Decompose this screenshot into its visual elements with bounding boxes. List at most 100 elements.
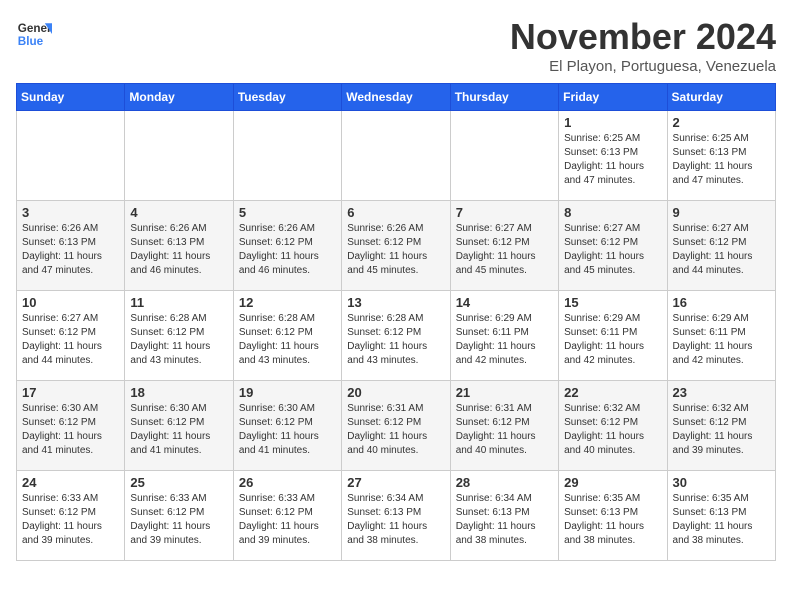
day-number: 29 [564,475,661,490]
day-info: Sunrise: 6:29 AM Sunset: 6:11 PM Dayligh… [673,312,770,368]
day-number: 6 [347,205,444,220]
calendar-cell: 17 Sunrise: 6:30 AM Sunset: 6:12 PM Dayli… [17,381,125,471]
day-info: Sunrise: 6:35 AM Sunset: 6:13 PM Dayligh… [564,492,661,548]
calendar-cell: 3 Sunrise: 6:26 AM Sunset: 6:13 PM Daylig… [17,201,125,291]
day-number: 26 [239,475,336,490]
day-info: Sunrise: 6:26 AM Sunset: 6:13 PM Dayligh… [130,222,227,278]
calendar-cell: 2 Sunrise: 6:25 AM Sunset: 6:13 PM Daylig… [667,111,775,201]
calendar-cell: 9Sunrise: 6:27 AM Sunset: 6:12 PM Daylig… [667,201,775,291]
calendar-cell: 21 Sunrise: 6:31 AM Sunset: 6:12 PM Dayli… [450,381,558,471]
calendar-cell: 29 Sunrise: 6:35 AM Sunset: 6:13 PM Dayli… [559,471,667,561]
location: El Playon, Portuguesa, Venezuela [510,58,776,75]
calendar-cell: 15 Sunrise: 6:29 AM Sunset: 6:11 PM Dayli… [559,291,667,381]
day-number: 28 [456,475,553,490]
calendar-cell: 5Sunrise: 6:26 AM Sunset: 6:12 PM Daylig… [233,201,341,291]
calendar-cell: 7Sunrise: 6:27 AM Sunset: 6:12 PM Daylig… [450,201,558,291]
calendar-cell: 20Sunrise: 6:31 AM Sunset: 6:12 PM Dayli… [342,381,450,471]
day-number: 3 [22,205,119,220]
day-header-sunday: Sunday [17,84,125,111]
day-header-monday: Monday [125,84,233,111]
calendar-cell: 10 Sunrise: 6:27 AM Sunset: 6:12 PM Dayli… [17,291,125,381]
day-header-tuesday: Tuesday [233,84,341,111]
day-info: Sunrise: 6:25 AM Sunset: 6:13 PM Dayligh… [673,132,770,188]
calendar-cell: 18 Sunrise: 6:30 AM Sunset: 6:12 PM Dayli… [125,381,233,471]
day-number: 10 [22,295,119,310]
calendar-table: SundayMondayTuesdayWednesdayThursdayFrid… [16,83,776,561]
day-number: 12 [239,295,336,310]
day-info: Sunrise: 6:30 AM Sunset: 6:12 PM Dayligh… [22,402,119,458]
day-number: 2 [673,115,770,130]
calendar-cell [233,111,341,201]
calendar-cell [450,111,558,201]
day-info: Sunrise: 6:28 AM Sunset: 6:12 PM Dayligh… [239,312,336,368]
calendar-week-4: 17 Sunrise: 6:30 AM Sunset: 6:12 PM Dayli… [17,381,776,471]
day-info: Sunrise: 6:29 AM Sunset: 6:11 PM Dayligh… [456,312,553,368]
day-info: Sunrise: 6:25 AM Sunset: 6:13 PM Dayligh… [564,132,661,188]
calendar-cell: 13Sunrise: 6:28 AM Sunset: 6:12 PM Dayli… [342,291,450,381]
day-header-thursday: Thursday [450,84,558,111]
calendar-cell: 16 Sunrise: 6:29 AM Sunset: 6:11 PM Dayli… [667,291,775,381]
day-number: 30 [673,475,770,490]
calendar-week-3: 10 Sunrise: 6:27 AM Sunset: 6:12 PM Dayli… [17,291,776,381]
calendar-cell: 27Sunrise: 6:34 AM Sunset: 6:13 PM Dayli… [342,471,450,561]
day-number: 17 [22,385,119,400]
day-info: Sunrise: 6:28 AM Sunset: 6:12 PM Dayligh… [130,312,227,368]
calendar-cell: 1 Sunrise: 6:25 AM Sunset: 6:13 PM Daylig… [559,111,667,201]
day-info: Sunrise: 6:30 AM Sunset: 6:12 PM Dayligh… [239,402,336,458]
calendar-week-2: 3 Sunrise: 6:26 AM Sunset: 6:13 PM Daylig… [17,201,776,291]
day-info: Sunrise: 6:33 AM Sunset: 6:12 PM Dayligh… [130,492,227,548]
day-number: 4 [130,205,227,220]
day-number: 19 [239,385,336,400]
day-number: 14 [456,295,553,310]
day-info: Sunrise: 6:27 AM Sunset: 6:12 PM Dayligh… [673,222,770,278]
day-info: Sunrise: 6:33 AM Sunset: 6:12 PM Dayligh… [239,492,336,548]
day-number: 16 [673,295,770,310]
day-info: Sunrise: 6:32 AM Sunset: 6:12 PM Dayligh… [564,402,661,458]
calendar-cell: 6 Sunrise: 6:26 AM Sunset: 6:12 PM Daylig… [342,201,450,291]
day-info: Sunrise: 6:34 AM Sunset: 6:13 PM Dayligh… [456,492,553,548]
day-info: Sunrise: 6:26 AM Sunset: 6:12 PM Dayligh… [347,222,444,278]
calendar-cell: 25 Sunrise: 6:33 AM Sunset: 6:12 PM Dayli… [125,471,233,561]
day-number: 18 [130,385,227,400]
day-info: Sunrise: 6:27 AM Sunset: 6:12 PM Dayligh… [22,312,119,368]
calendar-cell: 22 Sunrise: 6:32 AM Sunset: 6:12 PM Dayli… [559,381,667,471]
day-info: Sunrise: 6:29 AM Sunset: 6:11 PM Dayligh… [564,312,661,368]
calendar-cell: 28 Sunrise: 6:34 AM Sunset: 6:13 PM Dayli… [450,471,558,561]
calendar-cell: 24Sunrise: 6:33 AM Sunset: 6:12 PM Dayli… [17,471,125,561]
calendar-cell [125,111,233,201]
day-info: Sunrise: 6:30 AM Sunset: 6:12 PM Dayligh… [130,402,227,458]
day-info: Sunrise: 6:27 AM Sunset: 6:12 PM Dayligh… [456,222,553,278]
day-number: 13 [347,295,444,310]
calendar-cell [17,111,125,201]
day-number: 24 [22,475,119,490]
calendar-cell: 8 Sunrise: 6:27 AM Sunset: 6:12 PM Daylig… [559,201,667,291]
day-info: Sunrise: 6:27 AM Sunset: 6:12 PM Dayligh… [564,222,661,278]
month-title: November 2024 [510,16,776,58]
day-header-wednesday: Wednesday [342,84,450,111]
calendar-week-1: 1 Sunrise: 6:25 AM Sunset: 6:13 PM Daylig… [17,111,776,201]
calendar-cell: 11Sunrise: 6:28 AM Sunset: 6:12 PM Dayli… [125,291,233,381]
day-info: Sunrise: 6:26 AM Sunset: 6:12 PM Dayligh… [239,222,336,278]
calendar-cell: 26 Sunrise: 6:33 AM Sunset: 6:12 PM Dayli… [233,471,341,561]
calendar-cell: 12 Sunrise: 6:28 AM Sunset: 6:12 PM Dayli… [233,291,341,381]
day-number: 1 [564,115,661,130]
calendar-cell: 23 Sunrise: 6:32 AM Sunset: 6:12 PM Dayli… [667,381,775,471]
day-number: 22 [564,385,661,400]
day-info: Sunrise: 6:35 AM Sunset: 6:13 PM Dayligh… [673,492,770,548]
calendar-week-5: 24 Sunrise: 6:33 AM Sunset: 6:12 PM Dayli… [17,471,776,561]
day-number: 21 [456,385,553,400]
day-info: Sunrise: 6:34 AM Sunset: 6:13 PM Dayligh… [347,492,444,548]
logo-icon: General Blue [16,16,52,52]
day-info: Sunrise: 6:31 AM Sunset: 6:12 PM Dayligh… [456,402,553,458]
calendar-cell: 19 Sunrise: 6:30 AM Sunset: 6:12 PM Dayli… [233,381,341,471]
day-number: 23 [673,385,770,400]
calendar-cell: 4 Sunrise: 6:26 AM Sunset: 6:13 PM Daylig… [125,201,233,291]
logo: General Blue [16,16,52,52]
day-number: 25 [130,475,227,490]
day-info: Sunrise: 6:32 AM Sunset: 6:12 PM Dayligh… [673,402,770,458]
day-info: Sunrise: 6:26 AM Sunset: 6:13 PM Dayligh… [22,222,119,278]
day-number: 8 [564,205,661,220]
svg-text:Blue: Blue [18,35,44,48]
title-block: November 2024 El Playon, Portuguesa, Ven… [510,16,776,75]
day-number: 15 [564,295,661,310]
